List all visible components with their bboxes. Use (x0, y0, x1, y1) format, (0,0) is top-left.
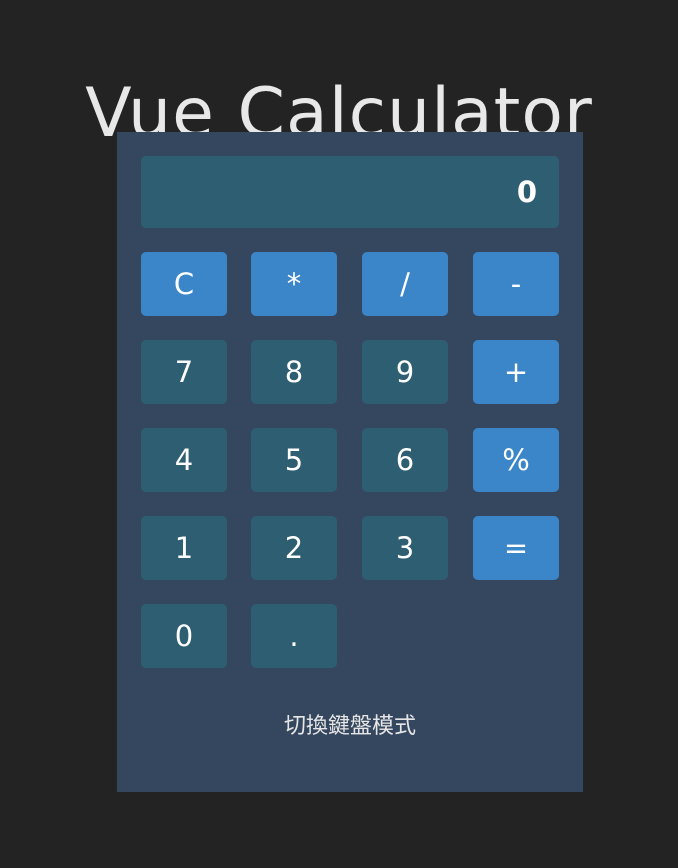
digit-7-button[interactable]: 7 (141, 340, 227, 404)
subtract-button[interactable]: - (473, 252, 559, 316)
digit-2-button[interactable]: 2 (251, 516, 337, 580)
digit-5-button[interactable]: 5 (251, 428, 337, 492)
equals-button[interactable]: = (473, 516, 559, 580)
calculator-display: 0 (141, 156, 559, 228)
clear-button[interactable]: C (141, 252, 227, 316)
digit-4-button[interactable]: 4 (141, 428, 227, 492)
multiply-button[interactable]: * (251, 252, 337, 316)
add-button[interactable]: + (473, 340, 559, 404)
digit-6-button[interactable]: 6 (362, 428, 448, 492)
digit-0-button[interactable]: 0 (141, 604, 227, 668)
display-value: 0 (516, 175, 537, 209)
divide-button[interactable]: / (362, 252, 448, 316)
digit-8-button[interactable]: 8 (251, 340, 337, 404)
digit-3-button[interactable]: 3 (362, 516, 448, 580)
digit-1-button[interactable]: 1 (141, 516, 227, 580)
decimal-button[interactable]: . (251, 604, 337, 668)
percent-button[interactable]: % (473, 428, 559, 492)
toggle-keyboard-mode-link[interactable]: 切換鍵盤模式 (117, 708, 583, 740)
calculator-panel: 0 C * / - 7 8 9 + 4 5 6 % 1 2 3 = 0 . 切換… (117, 132, 583, 792)
digit-9-button[interactable]: 9 (362, 340, 448, 404)
